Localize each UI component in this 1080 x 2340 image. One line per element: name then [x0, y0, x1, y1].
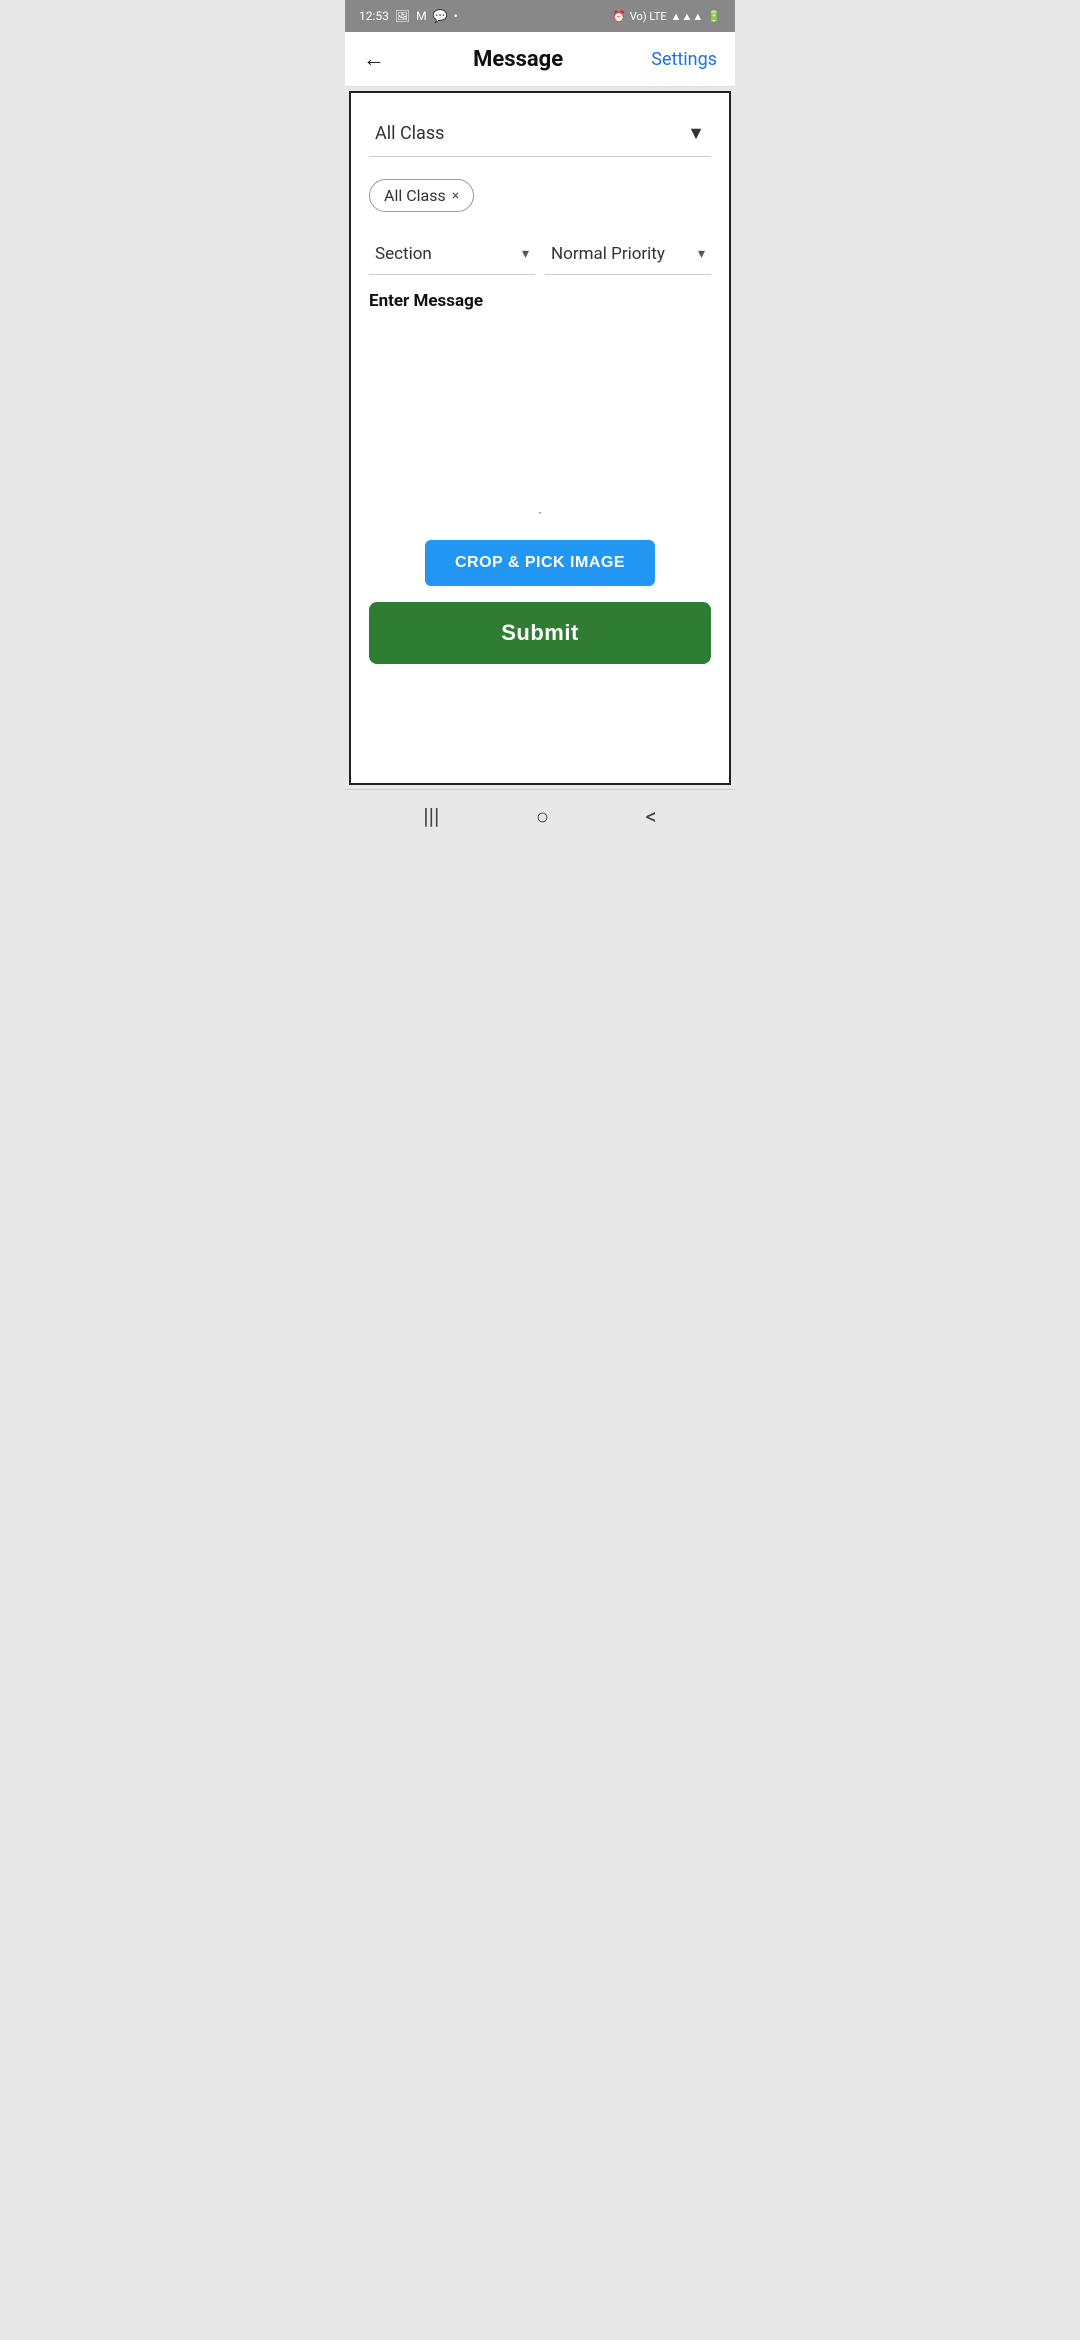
header: ← Message Settings — [345, 32, 735, 87]
spacer — [369, 680, 711, 765]
settings-button[interactable]: Settings — [651, 49, 717, 70]
alarm-icon: ⏰ — [612, 10, 626, 23]
priority-label: Normal Priority — [551, 244, 665, 264]
all-class-tag[interactable]: All Class × — [369, 179, 474, 212]
tag-close-icon[interactable]: × — [452, 188, 459, 204]
crop-pick-image-button[interactable]: CROP & PICK IMAGE — [425, 540, 655, 586]
status-bar: 12:53 🖼 M 💬 • ⏰ Vo) LTE ▲▲▲ 🔋 — [345, 0, 735, 32]
back-nav-icon[interactable]: < — [646, 805, 657, 830]
page-title: Message — [473, 47, 563, 72]
back-button[interactable]: ← — [363, 46, 385, 72]
class-dropdown-arrow-icon: ▼ — [687, 123, 705, 144]
gmail-icon: M — [416, 9, 426, 23]
main-content: All Class ▼ All Class × Section ▾ Normal… — [349, 91, 731, 785]
signal-icon: ▲▲▲ — [671, 10, 704, 23]
priority-dropdown[interactable]: Normal Priority ▾ — [545, 234, 711, 275]
message-section: Enter Message — [369, 291, 711, 486]
tags-area: All Class × — [369, 173, 711, 218]
tag-label: All Class — [384, 186, 446, 205]
battery-icon: 🔋 — [707, 10, 721, 23]
bottom-nav: ||| ○ < — [345, 789, 735, 844]
dot-icon: • — [454, 9, 458, 23]
message-input[interactable] — [369, 321, 711, 486]
home-nav-icon[interactable]: ○ — [536, 804, 549, 830]
status-left: 12:53 🖼 M 💬 • — [359, 9, 458, 23]
section-dropdown[interactable]: Section ▾ — [369, 234, 535, 275]
chat-icon: 💬 — [433, 9, 448, 23]
class-dropdown[interactable]: All Class ▼ — [369, 111, 711, 157]
photo-icon: 🖼 — [395, 9, 410, 23]
time-display: 12:53 — [359, 9, 389, 23]
submit-button[interactable]: Submit — [369, 602, 711, 664]
vo-lte-icon: Vo) LTE — [630, 10, 667, 23]
status-right: ⏰ Vo) LTE ▲▲▲ 🔋 — [612, 10, 721, 23]
menu-nav-icon[interactable]: ||| — [423, 805, 439, 830]
cursor-dot: · — [369, 506, 711, 520]
filter-row: Section ▾ Normal Priority ▾ — [369, 234, 711, 275]
section-label: Section — [375, 244, 432, 264]
message-label: Enter Message — [369, 291, 711, 311]
class-dropdown-label: All Class — [375, 123, 444, 144]
priority-dropdown-arrow-icon: ▾ — [698, 246, 705, 262]
section-dropdown-arrow-icon: ▾ — [522, 246, 529, 262]
